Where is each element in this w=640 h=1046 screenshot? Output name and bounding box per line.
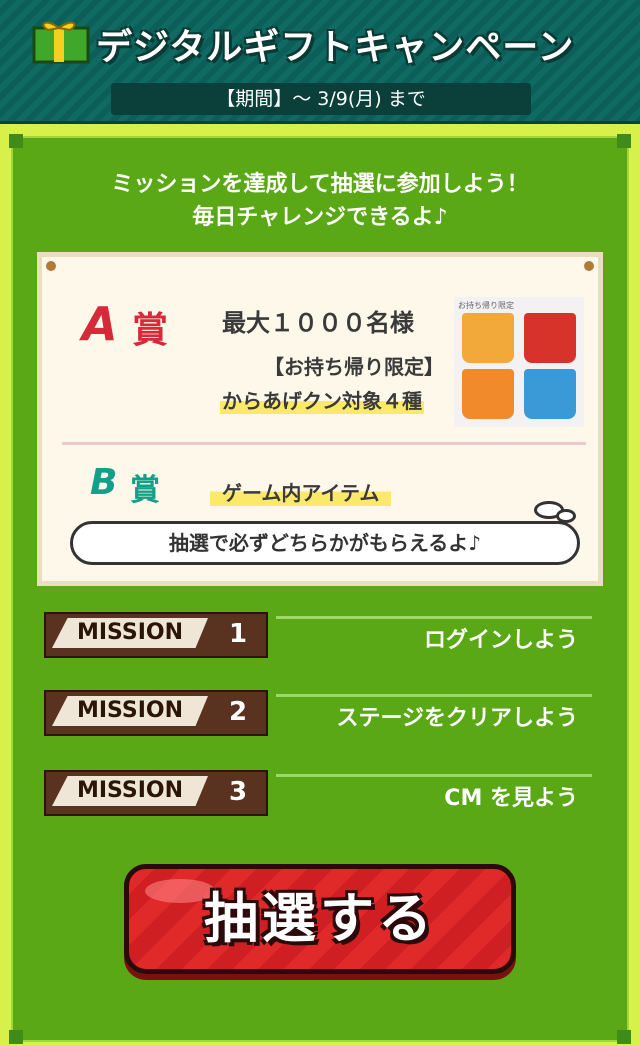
- mission-label: MISSION: [52, 776, 208, 806]
- panel-corner: [9, 1030, 23, 1044]
- intro-text: ミッションを達成して抽選に参加しよう！ 毎日チャレンジできるよ♪: [0, 44, 640, 234]
- prize-b-suffix: 賞: [130, 473, 160, 508]
- draw-lottery-button[interactable]: 抽選する: [124, 864, 516, 974]
- mission-line: [276, 694, 592, 697]
- mission-label: MISSION: [52, 618, 208, 648]
- prize-a-letter: A: [82, 297, 118, 351]
- prize-a-suffix: 賞: [132, 310, 169, 351]
- pin-icon: [584, 261, 594, 271]
- karaage-cup-image: [524, 369, 576, 419]
- mission-text: ステージをクリアしよう: [336, 706, 578, 731]
- prize-b-letter: B: [90, 462, 118, 503]
- karaage-cup-image: [524, 313, 576, 363]
- mission-line: [276, 774, 592, 777]
- product-label: お持ち帰り限定: [458, 301, 514, 310]
- mission-label: MISSION: [52, 696, 208, 726]
- karaage-cup-image: [462, 369, 514, 419]
- mission-number: 3: [228, 777, 248, 807]
- prize-divider: [62, 442, 586, 445]
- mission-row-2: MISSION 2 ステージをクリアしよう: [44, 690, 604, 750]
- mission-number: 1: [228, 619, 248, 649]
- mission-text: CM を見よう: [444, 786, 578, 811]
- mission-row-1: MISSION 1 ログインしよう: [44, 612, 604, 672]
- panel-corner: [617, 1030, 631, 1044]
- prize-a-limit: 【お持ち帰り限定】: [264, 355, 444, 379]
- mission-text: ログインしよう: [423, 628, 578, 653]
- prize-a-count: 最大１０００名様: [222, 309, 414, 337]
- prize-a-item: からあげクン対象４種: [220, 385, 424, 414]
- intro-line-2: 毎日チャレンジできるよ♪: [192, 205, 448, 230]
- draw-button-label: 抽選する: [204, 887, 436, 950]
- karaage-cup-image: [462, 313, 514, 363]
- prize-b-item: ゲーム内アイテム: [210, 477, 392, 506]
- prize-note-bubble: 抽選で必ずどちらかがもらえるよ♪: [70, 521, 580, 565]
- prize-board: A 賞 最大１０００名様 【お持ち帰り限定】 からあげクン対象４種 お持ち帰り限…: [37, 252, 603, 586]
- mission-line: [276, 616, 592, 619]
- mission-number: 2: [228, 697, 248, 727]
- pin-icon: [46, 261, 56, 271]
- product-image: お持ち帰り限定: [454, 297, 584, 427]
- intro-line-1: ミッションを達成して抽選に参加しよう！: [111, 172, 529, 197]
- mission-row-3: MISSION 3 CM を見よう: [44, 770, 604, 830]
